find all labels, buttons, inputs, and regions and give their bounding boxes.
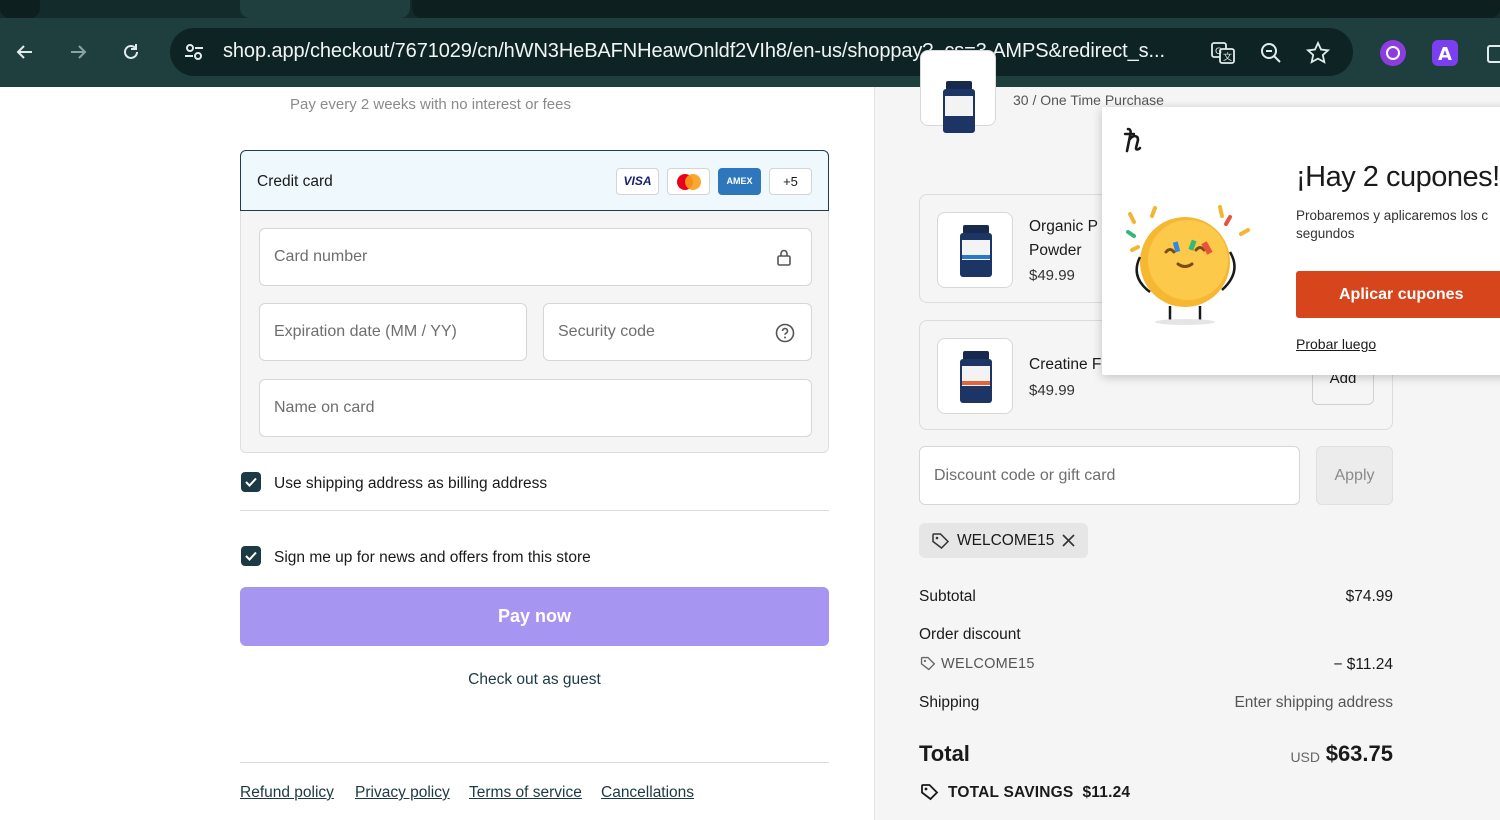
checkout-as-guest-link[interactable]: Check out as guest xyxy=(240,671,829,689)
more-cards-badge: +5 xyxy=(769,168,812,195)
upsell-product-price: $49.99 xyxy=(1029,267,1075,284)
try-later-link[interactable]: Probar luego xyxy=(1296,336,1376,352)
site-settings-icon[interactable] xyxy=(182,40,206,64)
apply-coupons-button[interactable]: Aplicar cupones xyxy=(1296,271,1500,318)
credit-card-title: Credit card xyxy=(257,173,333,190)
popup-subtitle: Probaremos y aplicaremos los c segundos xyxy=(1296,208,1489,241)
tab[interactable] xyxy=(0,0,40,18)
total-savings: TOTAL SAVINGS $11.24 xyxy=(948,784,1131,801)
coupon-popup: ¡Hay 2 cupones! Probaremos y aplicaremos… xyxy=(1102,107,1500,375)
shipping-label: Shipping xyxy=(919,694,980,711)
bookmark-star-icon[interactable] xyxy=(1305,40,1331,66)
billing-address-checkbox[interactable] xyxy=(241,472,261,492)
pay-now-button[interactable]: Pay now xyxy=(240,587,829,646)
visa-logo: VISA xyxy=(616,168,659,195)
total-currency: USD xyxy=(1290,749,1320,765)
total-value: $63.75 xyxy=(1325,741,1393,766)
subtotal-label: Subtotal xyxy=(919,588,976,605)
svg-text:文: 文 xyxy=(1223,51,1232,63)
tab-strip xyxy=(0,0,1500,18)
applied-discount-code: WELCOME15 xyxy=(957,532,1055,549)
tab-active[interactable] xyxy=(240,0,410,18)
tab[interactable] xyxy=(412,0,1500,18)
forward-icon[interactable] xyxy=(62,36,94,68)
total-label: Total xyxy=(919,741,970,766)
news-signup-checkbox[interactable] xyxy=(241,546,261,566)
upsell-product-price: $49.99 xyxy=(1029,382,1075,399)
privacy-policy-link[interactable]: Privacy policy xyxy=(355,784,450,802)
coin-mascot-icon xyxy=(1126,205,1250,325)
pay-in-installments-note: Pay every 2 weeks with no interest or fe… xyxy=(290,96,571,113)
upsell-product-name: Creatine F xyxy=(1029,356,1102,373)
name-on-card-input[interactable] xyxy=(260,380,811,436)
mastercard-logo xyxy=(667,168,710,195)
security-code-input[interactable] xyxy=(544,304,811,360)
savings-tag-icon xyxy=(921,784,939,801)
order-discount-code: WELCOME15 xyxy=(941,656,1035,672)
apply-discount-button[interactable]: Apply xyxy=(1316,446,1393,505)
applied-discount-chip: WELCOME15 xyxy=(919,523,1088,558)
address-bar[interactable]: shop.app/checkout/7671029/cn/hWN3HeBAFNH… xyxy=(170,28,1353,76)
product-thumbnail xyxy=(937,338,1013,414)
remove-discount-icon[interactable] xyxy=(1061,533,1076,548)
divider xyxy=(240,510,829,511)
order-discount-value: − $11.24 xyxy=(1333,656,1393,673)
shipping-value: Enter shipping address xyxy=(1234,694,1393,711)
extension-icon[interactable] xyxy=(1380,40,1406,66)
card-number-field[interactable] xyxy=(259,228,812,286)
help-icon[interactable] xyxy=(775,323,795,343)
honey-logo-icon xyxy=(1123,127,1142,153)
amex-logo: AMEX xyxy=(718,168,761,195)
card-number-input[interactable] xyxy=(260,229,811,285)
tag-icon xyxy=(932,533,950,549)
product-bottle-image xyxy=(960,225,992,277)
divider xyxy=(240,762,829,763)
credit-card-section: Credit card VISA AMEX +5 xyxy=(240,150,829,453)
discount-code-field[interactable] xyxy=(919,446,1300,505)
url-text[interactable]: shop.app/checkout/7671029/cn/hWN3HeBAFNH… xyxy=(223,40,1193,63)
back-icon[interactable] xyxy=(9,36,41,68)
product-variant: 30 / One Time Purchase xyxy=(1013,92,1164,108)
expiration-input[interactable] xyxy=(260,304,526,360)
terms-of-service-link[interactable]: Terms of service xyxy=(469,784,582,802)
upsell-product-name: Organic P xyxy=(1029,218,1098,235)
security-code-field[interactable] xyxy=(543,303,812,361)
lock-icon xyxy=(775,248,793,266)
popup-title: ¡Hay 2 cupones! xyxy=(1296,161,1500,193)
refund-policy-link[interactable]: Refund policy xyxy=(240,784,334,802)
svg-text:A: A xyxy=(1438,44,1452,65)
cancellations-link[interactable]: Cancellations xyxy=(601,784,694,802)
profile-icon[interactable]: A xyxy=(1432,40,1458,66)
billing-address-label[interactable]: Use shipping address as billing address xyxy=(274,475,547,493)
zoom-icon[interactable] xyxy=(1258,40,1284,66)
discount-code-input[interactable] xyxy=(920,447,1299,504)
credit-card-option[interactable]: Credit card VISA AMEX +5 xyxy=(240,150,829,211)
product-thumbnail xyxy=(920,50,996,133)
subtotal-value: $74.99 xyxy=(1345,588,1393,605)
translate-icon[interactable]: G文 xyxy=(1210,40,1236,66)
expiration-field[interactable] xyxy=(259,303,527,361)
name-on-card-field[interactable] xyxy=(259,379,812,437)
tag-icon xyxy=(920,656,936,671)
reload-icon[interactable] xyxy=(115,36,147,68)
svg-text:G: G xyxy=(1215,47,1222,57)
product-bottle-image xyxy=(943,81,975,133)
puzzle-icon[interactable] xyxy=(1484,40,1500,66)
browser-toolbar: shop.app/checkout/7671029/cn/hWN3HeBAFNH… xyxy=(0,0,1500,87)
order-discount-label: Order discount xyxy=(919,626,1021,643)
upsell-product-name-line2: Powder xyxy=(1029,242,1082,259)
news-signup-label[interactable]: Sign me up for news and offers from this… xyxy=(274,549,591,567)
product-bottle-image xyxy=(960,351,992,403)
product-thumbnail xyxy=(937,212,1013,288)
